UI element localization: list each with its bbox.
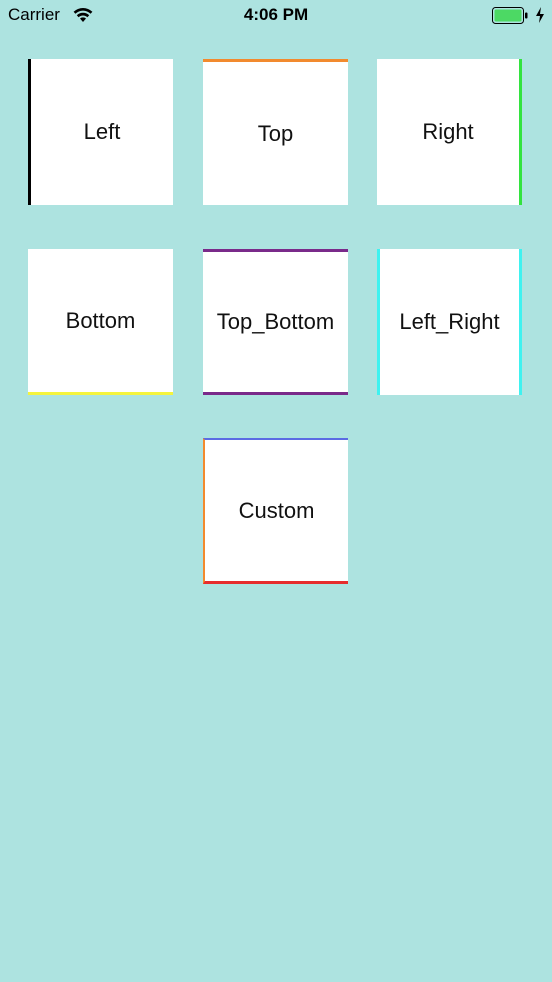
tile-label: Bottom (65, 307, 136, 333)
charging-bolt-icon (535, 6, 545, 24)
tile-custom[interactable]: Custom (203, 438, 348, 584)
tile-left-right[interactable]: Left_Right (377, 249, 522, 395)
tile-label: Left_Right (399, 309, 500, 334)
tile-right[interactable]: Right (377, 59, 522, 205)
tile-label: Right (422, 119, 474, 144)
tile-label: Custom (238, 497, 315, 523)
tile-label: Top (257, 120, 294, 146)
battery-icon (492, 7, 528, 24)
tile-top[interactable]: Top (203, 59, 348, 205)
tile-label: Left (83, 119, 121, 144)
tile-bottom[interactable]: Bottom (28, 249, 173, 395)
app-screen: Carrier 4:06 PM Left Top Right Bottom To… (0, 0, 552, 982)
tile-left[interactable]: Left (28, 59, 173, 205)
status-time: 4:06 PM (243, 5, 309, 24)
tile-top-bottom[interactable]: Top_Bottom (203, 249, 348, 395)
tile-label: Top_Bottom (216, 309, 335, 334)
status-bar: Carrier 4:06 PM (0, 0, 552, 32)
